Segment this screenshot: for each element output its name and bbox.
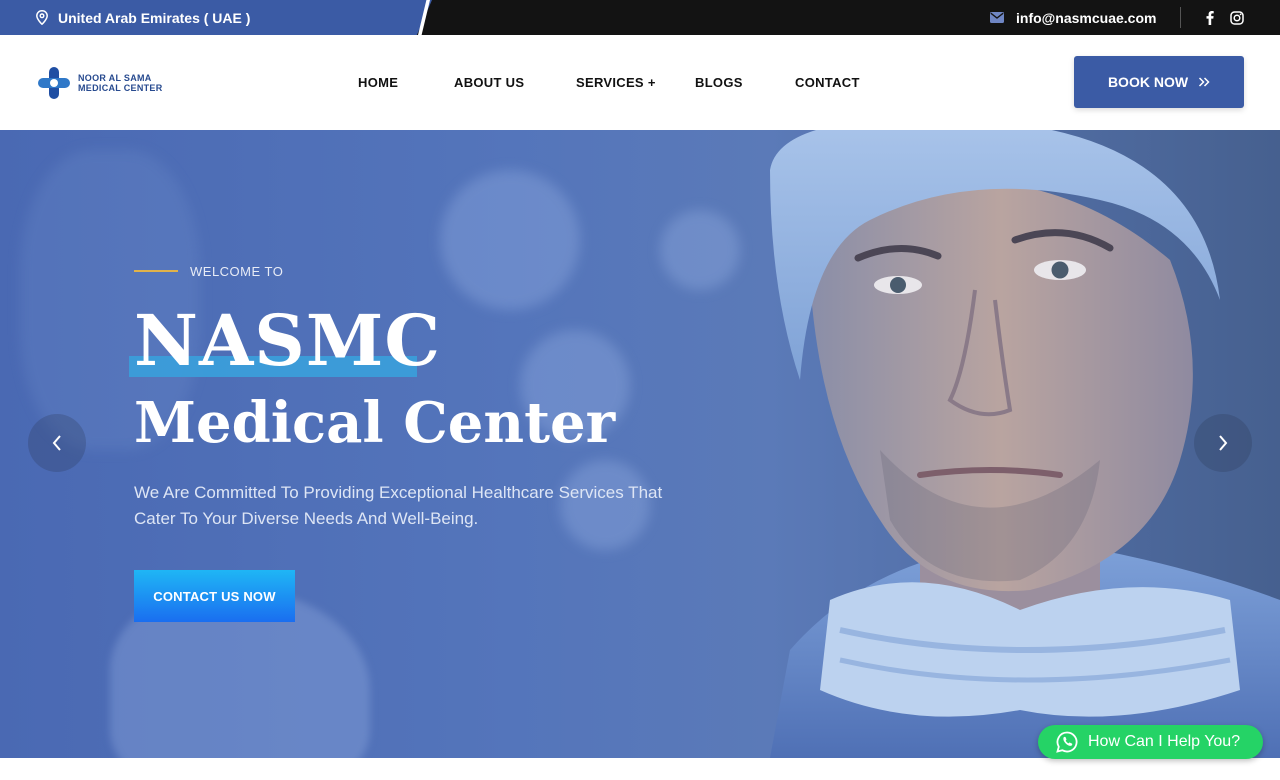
- nav-services[interactable]: SERVICES +: [576, 35, 656, 130]
- logo-line-1: NOOR AL SAMA: [78, 73, 152, 83]
- instagram-link[interactable]: [1230, 0, 1244, 35]
- chevron-left-icon: [52, 435, 61, 451]
- email-link[interactable]: info@nasmcuae.com: [990, 0, 1156, 35]
- hero-description: We Are Committed To Providing Exceptiona…: [134, 483, 663, 528]
- whatsapp-chat-button[interactable]: How Can I Help You?: [1038, 725, 1263, 759]
- hero-title-line-1: NASMC: [134, 299, 442, 382]
- top-bar-separator: [1180, 7, 1181, 28]
- facebook-icon: [1206, 10, 1214, 25]
- page-content-start: [0, 758, 1280, 780]
- whatsapp-icon: [1056, 731, 1078, 753]
- background-bokeh: [440, 170, 580, 310]
- hero-title-line-2: Medical Center: [134, 390, 616, 456]
- slider-prev-button[interactable]: [28, 414, 86, 472]
- instagram-icon: [1230, 10, 1244, 25]
- nav-home[interactable]: HOME: [358, 35, 398, 130]
- double-chevron-right-icon: [1199, 77, 1210, 87]
- location-text: United Arab Emirates ( UAE ): [58, 9, 251, 26]
- book-now-button[interactable]: BOOK NOW: [1074, 56, 1244, 108]
- logo-text: NOOR AL SAMA MEDICAL CENTER: [78, 73, 163, 93]
- nav-about-us[interactable]: ABOUT US: [454, 35, 524, 130]
- whatsapp-label: How Can I Help You?: [1088, 733, 1241, 750]
- facebook-link[interactable]: [1206, 0, 1214, 35]
- nav-contact[interactable]: CONTACT: [795, 35, 860, 130]
- medical-cross-logo-icon: [38, 67, 70, 99]
- contact-us-now-button[interactable]: CONTACT US NOW: [134, 570, 295, 622]
- welcome-text: WELCOME TO: [190, 264, 284, 279]
- map-pin-icon: [36, 10, 48, 25]
- background-bokeh: [660, 210, 740, 290]
- site-header: NOOR AL SAMA MEDICAL CENTER HOME ABOUT U…: [0, 35, 1280, 130]
- chevron-right-icon: [1219, 435, 1228, 451]
- logo-line-2: MEDICAL CENTER: [78, 83, 163, 93]
- location-info: United Arab Emirates ( UAE ): [36, 0, 250, 35]
- email-text: info@nasmcuae.com: [1016, 9, 1157, 26]
- nav-blogs[interactable]: BLOGS: [695, 35, 743, 130]
- envelope-icon: [990, 12, 1004, 23]
- hero-slider: WELCOME TO NASMC Medical Center We Are C…: [0, 130, 1280, 758]
- book-now-label: BOOK NOW: [1107, 74, 1189, 90]
- site-logo[interactable]: NOOR AL SAMA MEDICAL CENTER: [36, 65, 163, 101]
- welcome-accent-line: [134, 270, 178, 272]
- slider-next-button[interactable]: [1194, 414, 1252, 472]
- top-bar: United Arab Emirates ( UAE ) info@nasmcu…: [0, 0, 1280, 35]
